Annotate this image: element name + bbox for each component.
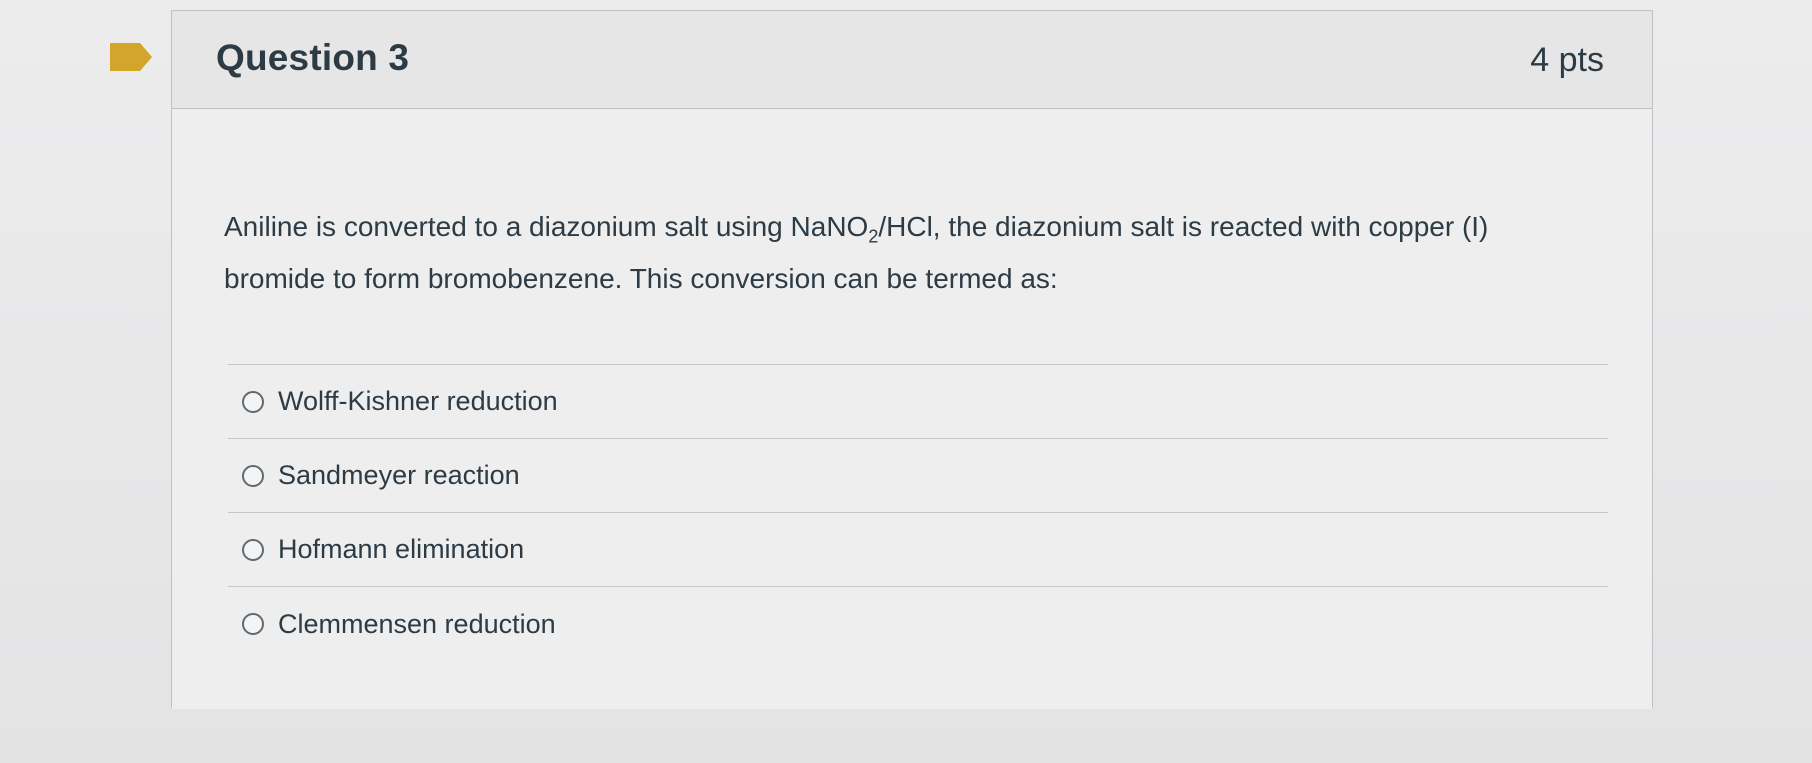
answer-label[interactable]: Clemmensen reduction [278,609,556,640]
answer-label[interactable]: Wolff-Kishner reduction [278,386,558,417]
answer-option-hofmann[interactable]: Hofmann elimination [228,513,1608,587]
question-text-part1: Aniline is converted to a diazonium salt… [224,211,869,242]
bookmark-flag-icon[interactable] [110,43,152,71]
question-text-subscript: 2 [868,226,879,247]
answer-label[interactable]: Hofmann elimination [278,534,524,565]
radio-button-icon[interactable] [242,464,264,487]
question-text: Aniline is converted to a diazonium salt… [224,201,1564,305]
answer-option-clemmensen[interactable]: Clemmensen reduction [228,587,1608,661]
radio-button-icon[interactable] [242,390,264,413]
radio-button-icon[interactable] [242,613,264,635]
answer-list: Wolff-Kishner reduction Sandmeyer reacti… [228,364,1608,661]
answer-option-sandmeyer[interactable]: Sandmeyer reaction [228,439,1608,513]
question-card: Question 3 4 pts Aniline is converted to… [171,10,1653,709]
question-points: 4 pts [1530,41,1604,79]
question-body: Aniline is converted to a diazonium salt… [172,109,1652,709]
question-header: Question 3 4 pts [172,11,1652,109]
question-title: Question 3 [216,37,410,78]
radio-button-icon[interactable] [242,538,264,561]
answer-label[interactable]: Sandmeyer reaction [278,460,520,491]
answer-option-wolff-kishner[interactable]: Wolff-Kishner reduction [228,365,1608,439]
